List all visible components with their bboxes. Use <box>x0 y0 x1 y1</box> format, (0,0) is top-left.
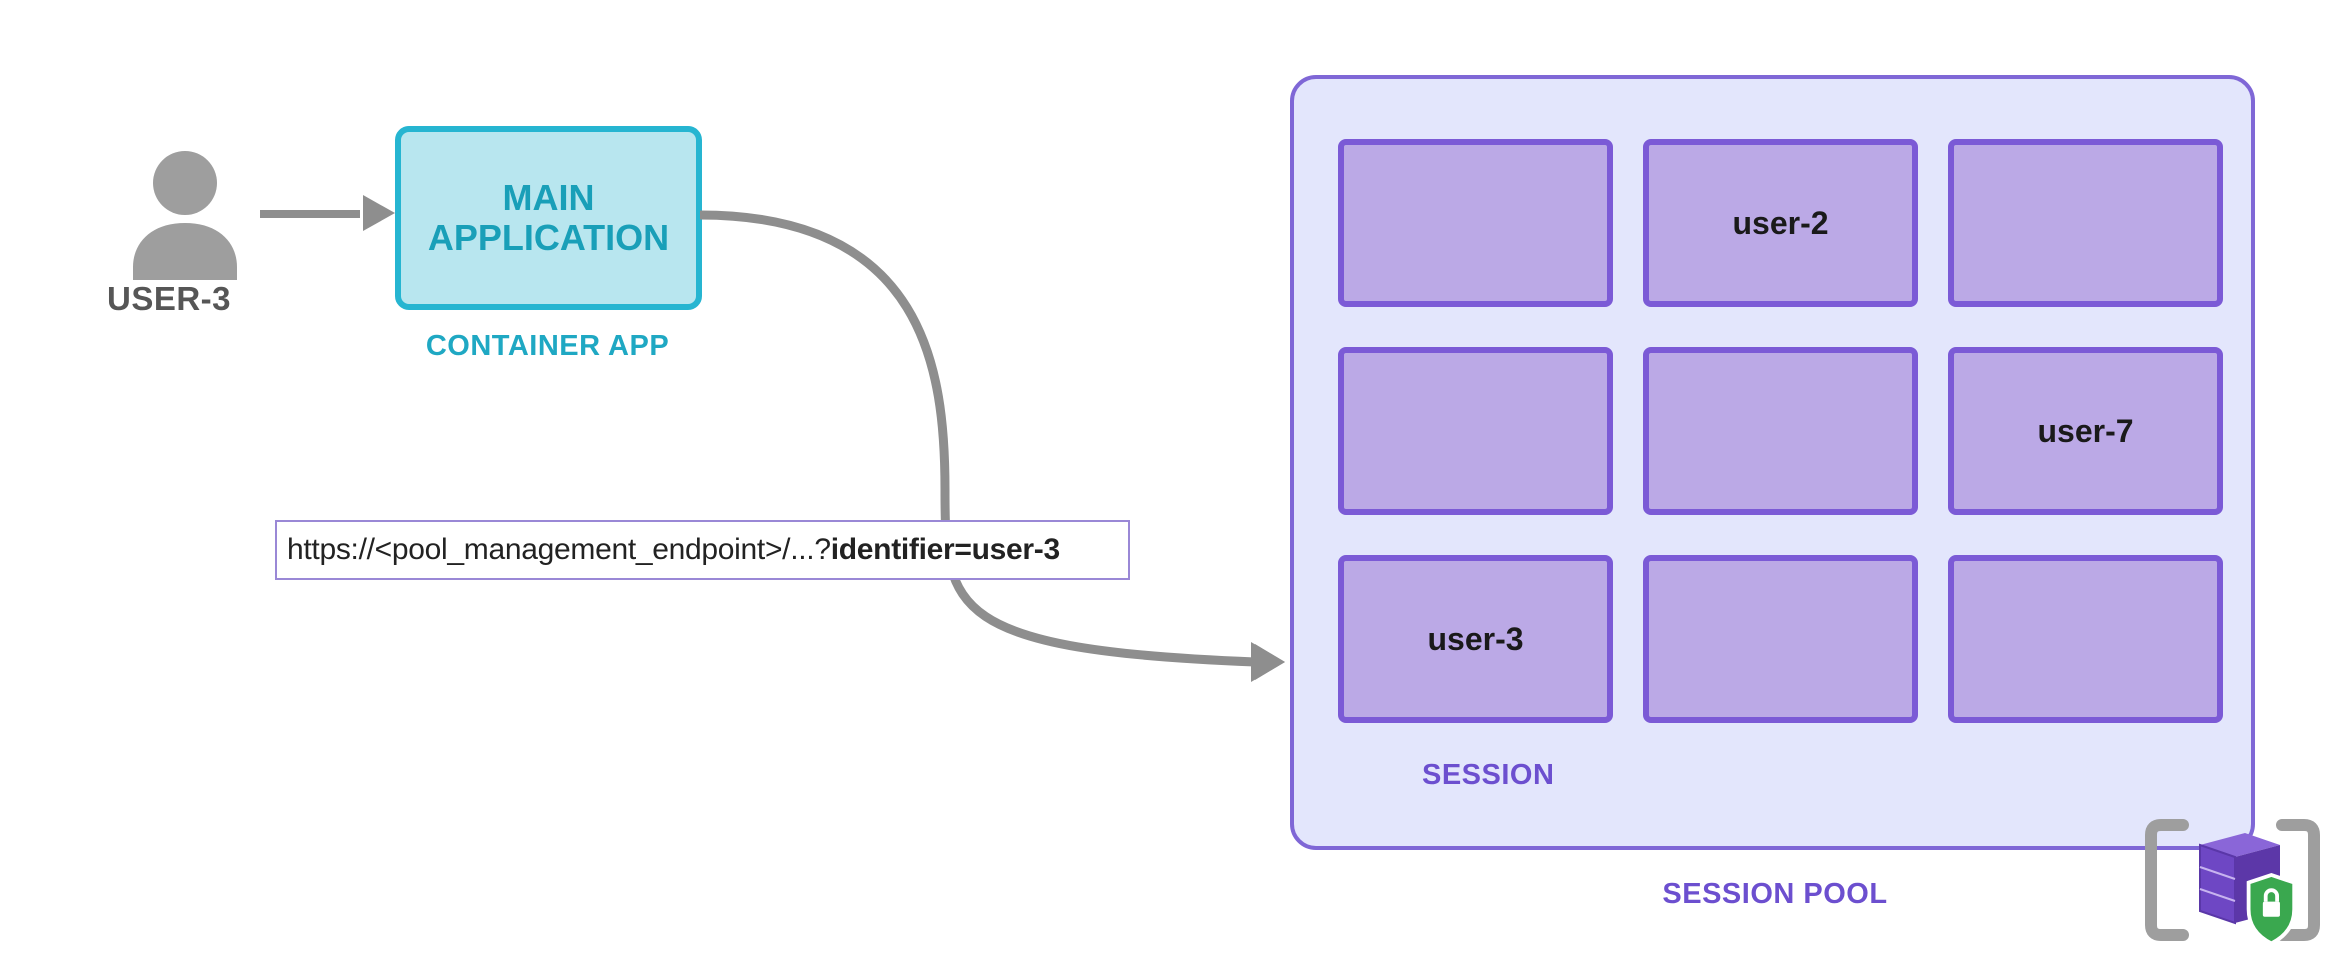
session-cell-label: user-2 <box>1732 205 1828 242</box>
session-cell <box>1643 555 1918 723</box>
container-app-box: MAIN APPLICATION <box>395 126 702 310</box>
container-app-caption: CONTAINER APP <box>420 330 675 363</box>
session-cell: user-3 <box>1338 555 1613 723</box>
session-cell <box>1338 139 1613 307</box>
api-url-query: identifier=user-3 <box>831 533 1060 567</box>
session-grid: user-2 user-7 user-3 <box>1338 139 2223 723</box>
app-title-line1: MAIN <box>428 178 669 218</box>
session-cell <box>1948 555 2223 723</box>
diagram-canvas: USER-3 MAIN APPLICATION CONTAINER APP ht… <box>0 0 2332 972</box>
user-icon <box>125 145 245 280</box>
app-title-line2: APPLICATION <box>428 218 669 258</box>
session-cell: user-7 <box>1948 347 2223 515</box>
session-cell: user-2 <box>1643 139 1918 307</box>
container-service-icon <box>2145 805 2320 960</box>
session-cell <box>1948 139 2223 307</box>
api-url-prefix: https://<pool_management_endpoint>/...? <box>287 533 831 567</box>
session-pool-box: user-2 user-7 user-3 SESSION <box>1290 75 2255 850</box>
user-label: USER-3 <box>107 280 231 318</box>
arrow-user-to-app <box>260 205 395 221</box>
session-pool-label: SESSION POOL <box>1615 878 1935 911</box>
session-tag: SESSION <box>1422 759 1554 792</box>
session-cell <box>1338 347 1613 515</box>
session-cell <box>1643 347 1918 515</box>
session-cell-label: user-7 <box>2037 413 2133 450</box>
api-url-box: https://<pool_management_endpoint>/...? … <box>275 520 1130 580</box>
arrow-app-to-session <box>695 210 1320 690</box>
session-cell-label: user-3 <box>1427 621 1523 658</box>
